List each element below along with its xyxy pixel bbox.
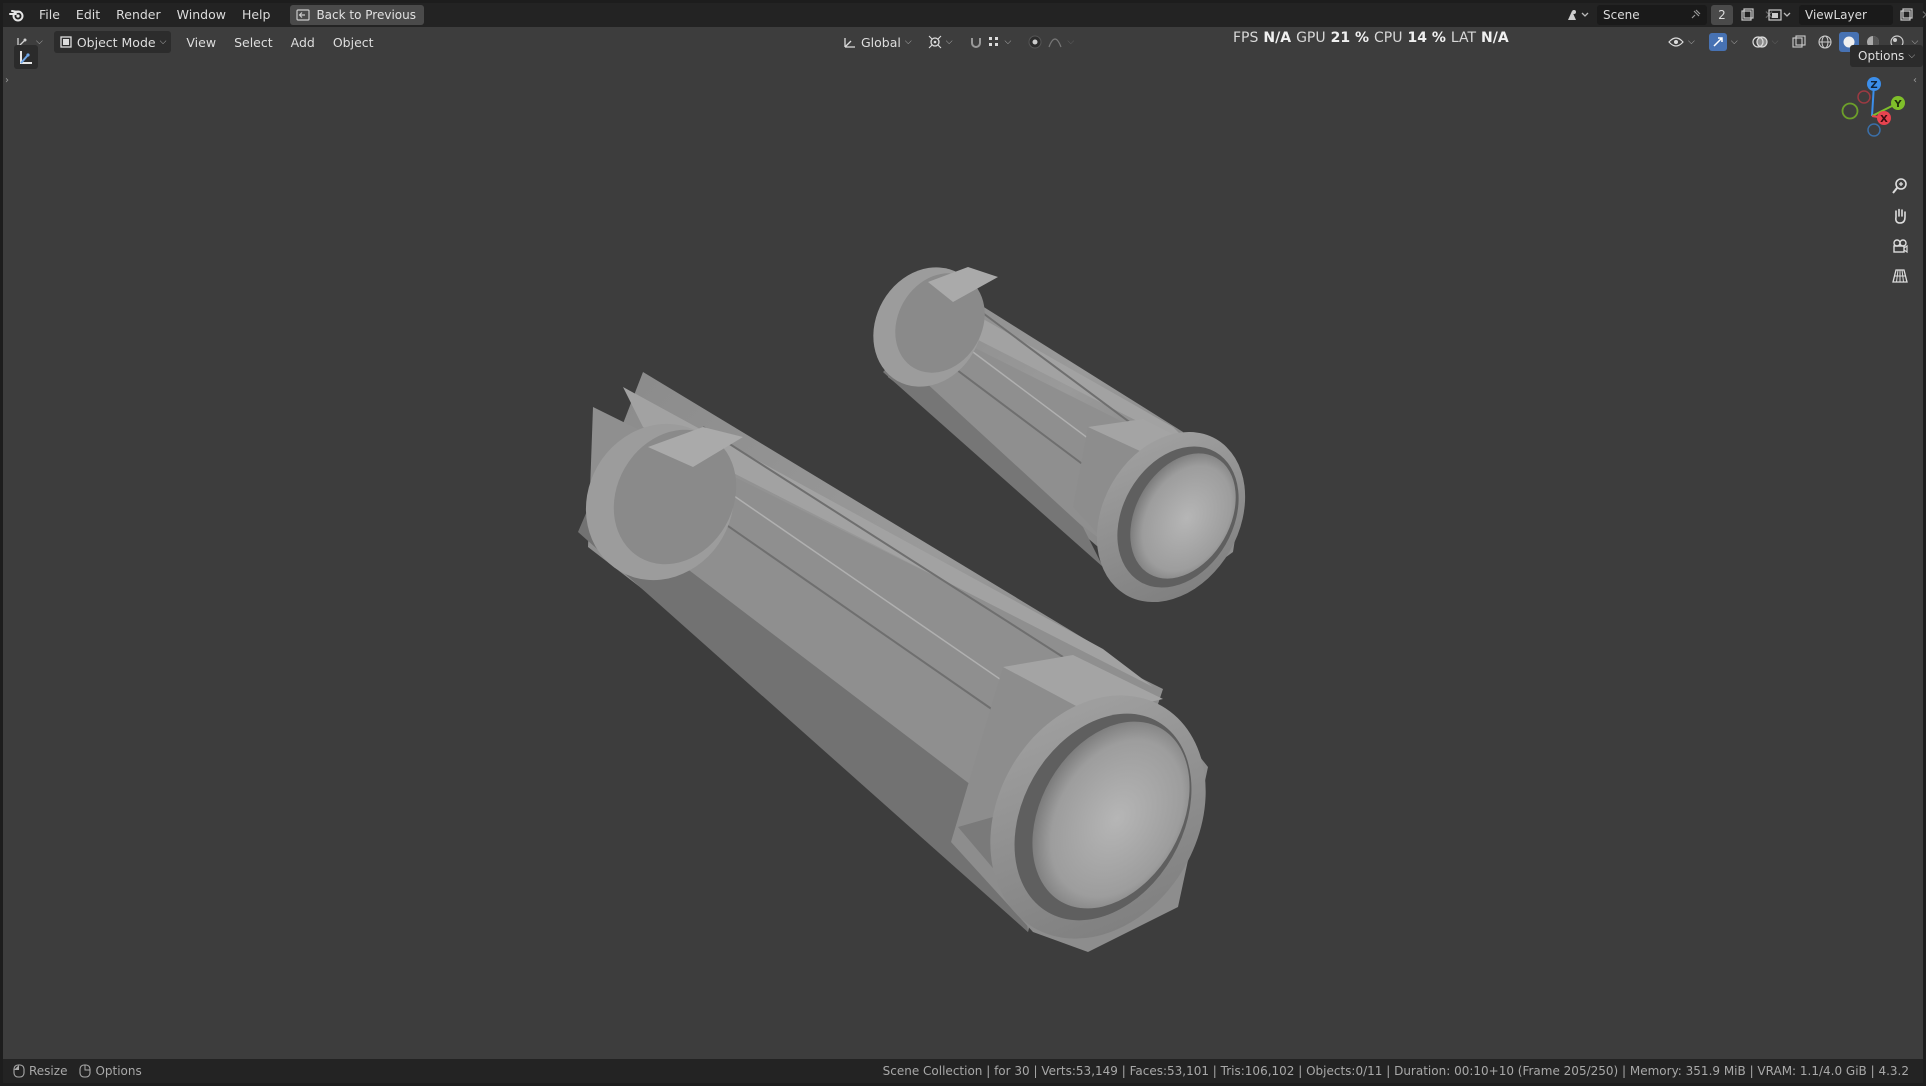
resize-hint: Resize (13, 1064, 67, 1078)
menu-file[interactable]: File (31, 3, 68, 27)
menu-help[interactable]: Help (234, 3, 279, 27)
back-to-previous-button[interactable]: Back to Previous (290, 5, 424, 25)
delete-view-layer-icon[interactable]: ✕ (1919, 8, 1926, 22)
scene-user-count[interactable]: 2 (1711, 5, 1733, 25)
pin-icon[interactable] (1689, 9, 1701, 21)
scene-icon[interactable] (1563, 5, 1593, 25)
scene-render (578, 267, 1246, 952)
mouse-right-icon (79, 1064, 92, 1078)
new-view-layer-icon[interactable] (1897, 8, 1915, 22)
options-hint: Options (79, 1064, 142, 1078)
mouse-left-icon (13, 1064, 25, 1078)
3d-viewport[interactable]: ⌵ Object Mode ⌵ View Select Add Object G… (3, 27, 1923, 1059)
view-layer-icon[interactable] (1765, 5, 1795, 25)
status-bar: Resize Options Scene Collection | for 30… (3, 1059, 1923, 1083)
view-layer-selector[interactable]: ViewLayer ✕ (1765, 5, 1926, 25)
options-hint-label: Options (95, 1064, 142, 1078)
menu-edit[interactable]: Edit (68, 3, 108, 27)
menu-render[interactable]: Render (108, 3, 169, 27)
scene-statistics: Scene Collection | for 30 | Verts:53,149… (882, 1064, 1909, 1078)
new-scene-icon[interactable] (1737, 8, 1757, 22)
back-arrow-icon (296, 9, 311, 21)
menu-window[interactable]: Window (169, 3, 234, 27)
blender-logo-icon[interactable] (3, 3, 31, 27)
scene-name-field[interactable]: Scene (1597, 5, 1707, 25)
top-menu-bar: File Edit Render Window Help Back to Pre… (3, 3, 1926, 27)
view-layer-name: ViewLayer (1805, 8, 1867, 22)
resize-label: Resize (29, 1064, 68, 1078)
back-button-label: Back to Previous (316, 8, 416, 22)
scene-name: Scene (1603, 8, 1640, 22)
scene-selector[interactable]: Scene 2 ✕ (1563, 5, 1777, 25)
view-layer-name-field[interactable]: ViewLayer (1799, 5, 1893, 25)
